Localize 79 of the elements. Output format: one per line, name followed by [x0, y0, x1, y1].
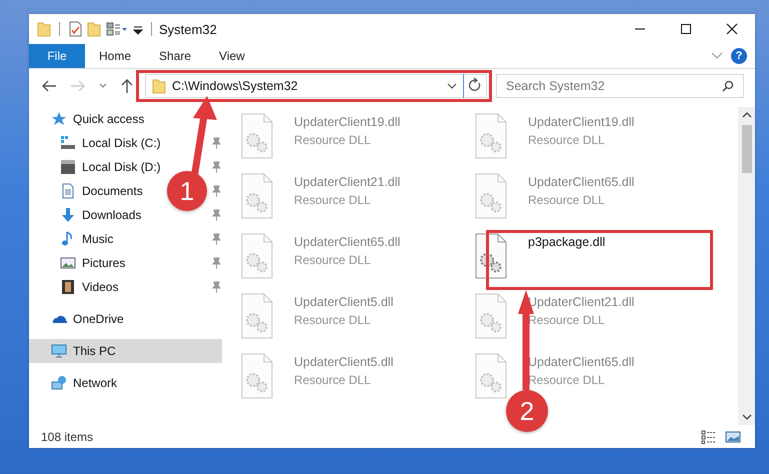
nav-item[interactable]: Videos: [82, 280, 118, 294]
search-field[interactable]: Search System32: [496, 74, 744, 98]
large-icons-view-icon[interactable]: [725, 430, 741, 444]
address-path: C:\Windows\System32: [172, 79, 298, 93]
document-icon: [60, 183, 76, 199]
picture-icon: [60, 255, 76, 271]
scrollbar-thumb[interactable]: [742, 125, 752, 173]
file-name[interactable]: UpdaterClient5.dll: [294, 355, 394, 369]
gear-file-icon: [474, 233, 508, 279]
pin-icon[interactable]: [211, 185, 221, 197]
folder-icon: [152, 78, 166, 94]
gear-file-icon: [474, 353, 508, 399]
file-type: Resource DLL: [528, 133, 606, 147]
pin-icon[interactable]: [211, 281, 221, 293]
nav-item[interactable]: Pictures: [82, 256, 126, 270]
scrollbar[interactable]: [738, 107, 755, 425]
back-icon[interactable]: [41, 79, 57, 93]
address-field[interactable]: C:\Windows\System32: [145, 74, 487, 98]
nav-item[interactable]: Quick access: [73, 112, 144, 126]
gear-file-icon: [240, 293, 274, 339]
nav-item[interactable]: Network: [29, 371, 222, 395]
file-type: Resource DLL: [528, 313, 606, 327]
file-name[interactable]: UpdaterClient19.dll: [528, 115, 634, 129]
pin-icon[interactable]: [211, 137, 221, 149]
download-icon: [60, 207, 76, 223]
gear-file-icon: [474, 113, 508, 159]
pin-icon[interactable]: [211, 209, 221, 221]
nav-item[interactable]: Local Disk (C:): [82, 136, 161, 150]
file-type: Resource DLL: [294, 133, 372, 147]
film-icon: [60, 279, 76, 295]
gear-file-icon: [240, 353, 274, 399]
nav-item[interactable]: Documents: [82, 184, 143, 198]
details-view-icon[interactable]: [701, 430, 717, 444]
dropdown-icon[interactable]: [447, 83, 457, 89]
up-icon[interactable]: [120, 78, 134, 94]
properties-icon[interactable]: [68, 21, 82, 37]
file-type: Resource DLL: [528, 193, 606, 207]
file-name[interactable]: UpdaterClient5.dll: [294, 295, 394, 309]
gear-file-icon: [474, 293, 508, 339]
item-count: 108 items: [41, 430, 94, 444]
network-icon: [51, 375, 67, 391]
nav-item[interactable]: Local Disk (D:): [82, 160, 161, 174]
pin-icon[interactable]: [211, 233, 221, 245]
chevron-down-icon[interactable]: [742, 413, 752, 421]
file-name[interactable]: UpdaterClient65.dll: [294, 235, 400, 249]
ribbon-tab[interactable]: Home: [85, 44, 146, 68]
nav-item[interactable]: This PC: [29, 339, 222, 363]
gear-file-icon: [240, 233, 274, 279]
gear-file-icon: [474, 173, 508, 219]
file-type: Resource DLL: [294, 193, 372, 207]
file-name[interactable]: UpdaterClient65.dll: [528, 175, 634, 189]
file-name[interactable]: UpdaterClient65.dll: [528, 355, 634, 369]
nav-item[interactable]: Downloads: [82, 208, 142, 222]
file-name[interactable]: UpdaterClient19.dll: [294, 115, 400, 129]
file-type: Resource DLL: [528, 373, 606, 387]
pin-icon[interactable]: [211, 161, 221, 173]
recent-locations-icon[interactable]: [99, 83, 107, 89]
file-type: Resource DLL: [294, 253, 372, 267]
ribbon-tab[interactable]: View: [205, 44, 259, 68]
nav-item[interactable]: Music: [82, 232, 114, 246]
window-title: System32: [159, 22, 217, 36]
gear-file-icon: [240, 173, 274, 219]
gear-file-icon: [240, 113, 274, 159]
file-type: Resource DLL: [294, 313, 372, 327]
chevron-up-icon[interactable]: [742, 111, 752, 119]
chevron-icon[interactable]: [711, 52, 723, 60]
ribbon-tab[interactable]: Share: [145, 44, 206, 68]
file-name[interactable]: p3package.dll: [528, 235, 606, 249]
file-type: Resource DLL: [294, 373, 372, 387]
nav-item[interactable]: OneDrive: [29, 307, 222, 331]
star-icon: [51, 111, 67, 127]
ribbon-tab[interactable]: File: [29, 44, 85, 68]
drive-icon: [60, 135, 76, 151]
monitor-icon: [51, 343, 67, 359]
pin-icon[interactable]: [211, 257, 221, 269]
file-name[interactable]: UpdaterClient21.dll: [294, 175, 400, 189]
view-options-icon[interactable]: [106, 21, 128, 37]
drive-icon: [60, 159, 76, 175]
help-button[interactable]: ?: [731, 48, 747, 64]
